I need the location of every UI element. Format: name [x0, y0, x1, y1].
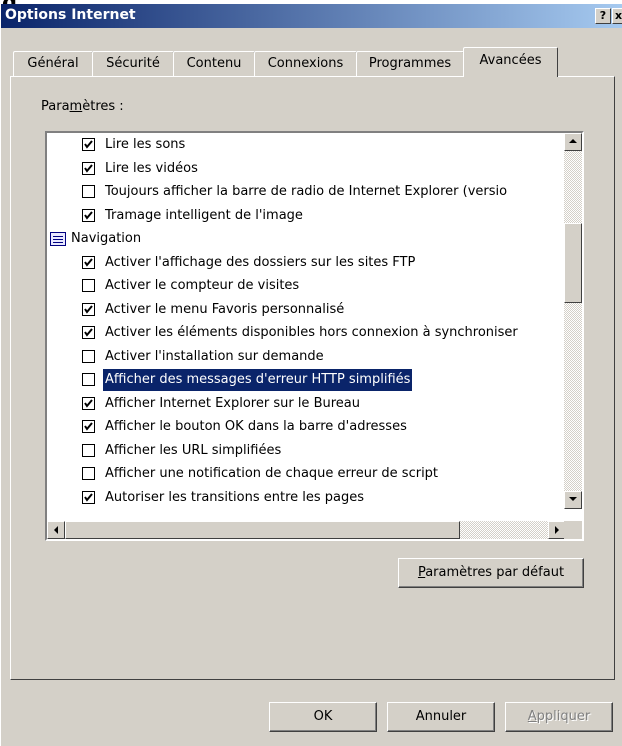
apply-button[interactable]: Appliquer [505, 702, 613, 732]
tab-security[interactable]: Sécurité [92, 51, 174, 77]
title-bar: Options Internet ? x [1, 4, 622, 28]
tab-content[interactable]: Contenu [173, 51, 255, 77]
window-title: Options Internet [5, 7, 136, 23]
advanced-tab-panel [10, 76, 615, 680]
internet-options-dialog: Options Internet ? x Général Sécurité Co… [0, 4, 622, 746]
tab-general[interactable]: Général [13, 51, 93, 77]
tab-advanced[interactable]: Avancées [463, 47, 558, 77]
close-button[interactable]: x [612, 8, 622, 24]
tab-connections[interactable]: Connexions [254, 51, 357, 77]
ok-button[interactable]: OK [269, 702, 377, 732]
cancel-button[interactable]: Annuler [387, 702, 495, 732]
tab-programs[interactable]: Programmes [356, 51, 464, 77]
help-button[interactable]: ? [595, 8, 611, 24]
